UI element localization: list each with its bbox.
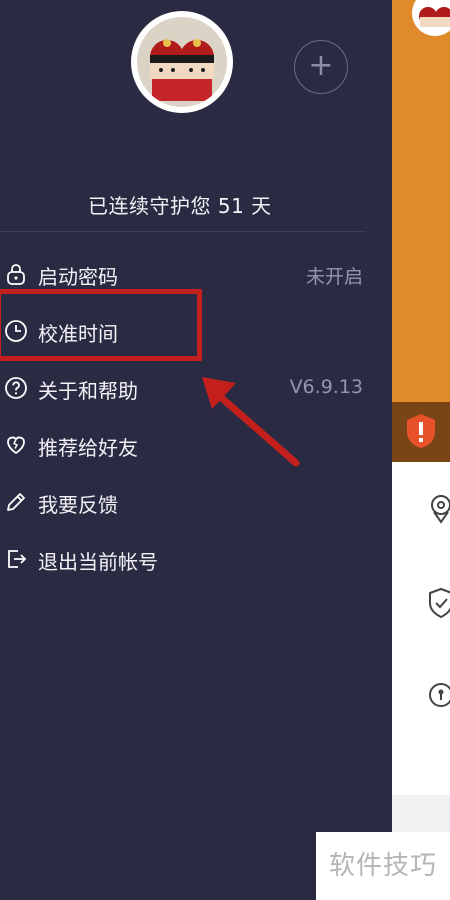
header-banner: [392, 0, 450, 402]
menu-item-label: 退出当前帐号: [38, 550, 158, 574]
logout-icon: [8, 550, 27, 568]
menu-item-label: 关于和帮助: [38, 379, 138, 403]
pencil-icon: [7, 493, 25, 511]
location-icon[interactable]: [426, 492, 450, 526]
key-lock-icon[interactable]: [426, 678, 450, 712]
user-avatar[interactable]: [131, 11, 233, 113]
annotation-highlight-box: [0, 289, 202, 361]
password-status: 未开启: [305, 266, 363, 288]
help-icon: [5, 377, 27, 399]
main-screen-edge: [392, 0, 450, 900]
side-drawer: + 已连续守护您 51 天 启动密码 未开启 校准时间 关于和帮助 V6.9.1…: [0, 0, 392, 900]
add-account-button[interactable]: +: [294, 40, 348, 94]
menu-item-label: 我要反馈: [38, 493, 118, 517]
menu-item-logout[interactable]: 退出当前帐号: [0, 530, 392, 586]
heart-icon: [7, 436, 25, 455]
warning-shield-icon: [407, 414, 435, 448]
annotation-arrow: [202, 377, 300, 467]
shield-check-icon[interactable]: [426, 586, 450, 620]
lock-icon: [7, 264, 25, 285]
alert-bar[interactable]: [392, 402, 450, 462]
mini-avatar: [412, 0, 450, 36]
divider: [0, 231, 366, 232]
avatar-image: [137, 17, 227, 107]
menu-item-label: 推荐给好友: [38, 436, 138, 460]
watermark: 软件技巧: [316, 832, 450, 900]
menu-item-label: 启动密码: [38, 265, 118, 289]
menu-item-feedback[interactable]: 我要反馈: [0, 473, 392, 529]
protection-days-text: 已连续守护您 51 天: [88, 194, 272, 218]
